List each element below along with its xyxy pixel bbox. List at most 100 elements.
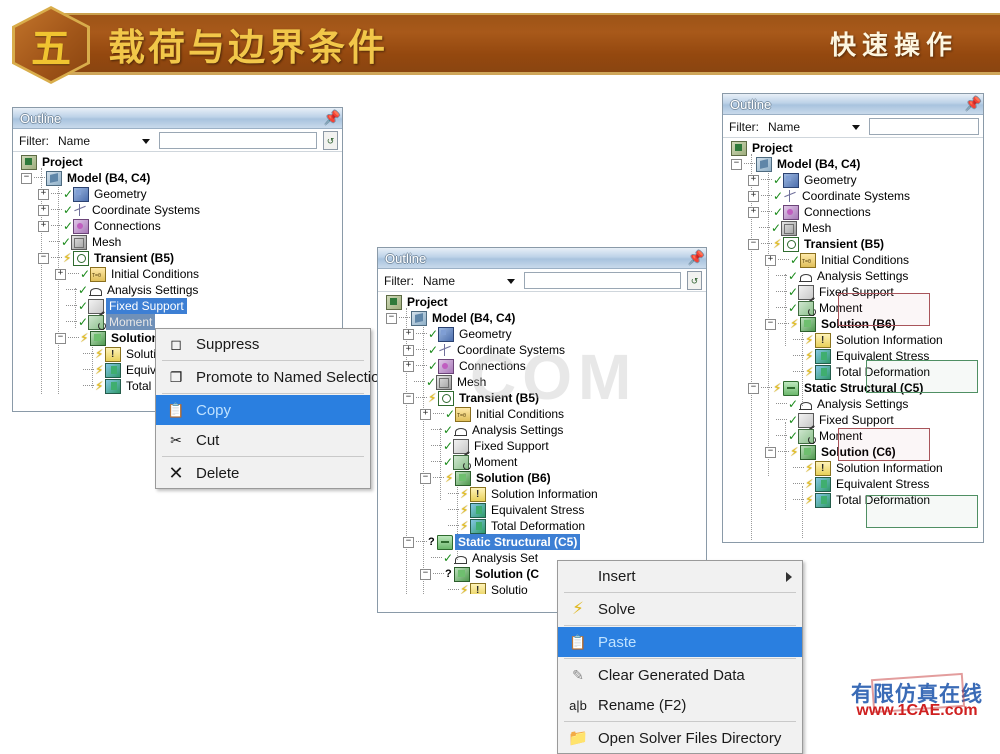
tree-item-analysis-settings[interactable]: ✓ Analysis Settings <box>378 422 706 438</box>
collapse-toggle[interactable]: − <box>403 392 414 404</box>
tree-item-static-structural[interactable]: − ? Static Structural (C5) <box>378 534 706 550</box>
tree-item-moment[interactable]: ✓ Moment <box>378 454 706 470</box>
filter-refresh-button[interactable]: ↺ <box>687 271 702 290</box>
expand-toggle[interactable]: + <box>55 268 66 280</box>
context-menu-left[interactable]: ◻ Suppress ❐ Promote to Named Selection … <box>155 328 388 489</box>
tree-item-mesh[interactable]: ✓ Mesh <box>378 374 706 390</box>
collapse-toggle[interactable]: − <box>21 172 32 184</box>
menu-item-rename[interactable]: a|b Rename (F2) <box>558 690 802 720</box>
tree-item-initial-conditions[interactable]: + ✓ Initial Conditions <box>378 406 706 424</box>
menu-item-delete[interactable]: ✕ Delete <box>156 458 370 488</box>
menu-item-paste[interactable]: 📋 Paste <box>558 627 802 657</box>
tree-item-coordinate-systems[interactable]: + ✓ Coordinate Systems <box>13 202 342 218</box>
tree-item-mesh[interactable]: ✓ Mesh <box>13 234 342 250</box>
expand-toggle[interactable]: + <box>748 190 759 202</box>
collapse-toggle[interactable]: − <box>731 158 742 170</box>
tree-item-model[interactable]: − Model (B4, C4) <box>378 310 706 326</box>
collapse-toggle[interactable]: − <box>403 536 414 548</box>
filter-select[interactable]: Name <box>418 272 520 289</box>
tree-item-coordinate-systems[interactable]: + ✓ Coordinate Systems <box>378 342 706 358</box>
tree-item-equivalent-stress[interactable]: ⚡ Equivalent Stress <box>378 502 706 518</box>
fixed-support-icon <box>798 284 814 300</box>
collapse-toggle[interactable]: − <box>386 312 397 324</box>
menu-item-copy[interactable]: 📋 Copy <box>156 395 370 425</box>
tree-item-fixed-support[interactable]: ✓ Fixed Support <box>378 438 706 454</box>
menu-item-open-solver-files-directory[interactable]: 📁 Open Solver Files Directory <box>558 723 802 753</box>
tree-item-mesh[interactable]: ✓ Mesh <box>723 220 983 236</box>
tree-item-static-structural[interactable]: − ⚡ Static Structural (C5) <box>723 380 983 396</box>
tree-item-transient[interactable]: − ⚡ Transient (B5) <box>378 390 706 406</box>
collapse-toggle[interactable]: − <box>748 238 759 250</box>
tree-item-analysis-settings-c[interactable]: ✓ Analysis Settings <box>723 396 983 412</box>
tree-item-moment[interactable]: ✓ Moment <box>723 300 983 316</box>
tree-item-solution-b6[interactable]: − ⚡ Solution (B6) <box>378 470 706 486</box>
filter-select[interactable]: Name <box>53 132 155 149</box>
expand-toggle[interactable]: + <box>403 344 414 356</box>
filter-input[interactable] <box>159 132 317 149</box>
pin-icon[interactable]: 📌 <box>965 97 981 111</box>
tree-item-total-deformation[interactable]: ⚡ Total Deformation <box>723 364 983 380</box>
collapse-toggle[interactable]: − <box>765 446 776 458</box>
tree-item-solution-b6[interactable]: − ⚡ Solution (B6) <box>723 316 983 332</box>
expand-toggle[interactable]: + <box>748 206 759 218</box>
tree-item-model[interactable]: − Model (B4, C4) <box>723 156 983 172</box>
tree-item-fixed-support[interactable]: ✓ Fixed Support <box>723 284 983 300</box>
expand-toggle[interactable]: + <box>38 220 49 232</box>
collapse-toggle[interactable]: − <box>38 252 49 264</box>
tree-item-solution-information-c[interactable]: ⚡ Solution Information <box>723 460 983 477</box>
tree-item-initial-conditions[interactable]: + ✓ Initial Conditions <box>723 252 983 270</box>
tree-item-connections[interactable]: + ✓ Connections <box>13 218 342 234</box>
context-menu-mid[interactable]: Insert ⚡ Solve 📋 Paste ✎ Clear Generated… <box>557 560 803 754</box>
collapse-toggle[interactable]: − <box>55 332 66 344</box>
filter-refresh-button[interactable]: ↺ <box>323 131 338 150</box>
tree-item-analysis-settings[interactable]: ✓ Analysis Settings <box>13 282 342 298</box>
tree-item-total-deformation-c[interactable]: ⚡ Total Deformation <box>723 492 983 508</box>
tree-item-equivalent-stress-c[interactable]: ⚡ Equivalent Stress <box>723 476 983 492</box>
tree-item-project[interactable]: Project <box>723 140 983 156</box>
expand-toggle[interactable]: + <box>403 328 414 340</box>
tree-item-project[interactable]: Project <box>13 154 342 170</box>
tree-item-transient[interactable]: − ⚡ Transient (B5) <box>13 250 342 266</box>
expand-toggle[interactable]: + <box>420 408 431 420</box>
tree-item-analysis-settings[interactable]: ✓ Analysis Settings <box>723 268 983 284</box>
tree-item-solution-information[interactable]: ⚡ Solution Information <box>723 332 983 349</box>
pin-icon[interactable]: 📌 <box>324 111 340 125</box>
tree-item-solution-c6[interactable]: − ⚡ Solution (C6) <box>723 444 983 460</box>
collapse-toggle[interactable]: − <box>420 568 431 580</box>
tree-item-solution-information[interactable]: ⚡ Solution Information <box>378 486 706 503</box>
menu-item-solve[interactable]: ⚡ Solve <box>558 594 802 624</box>
collapse-toggle[interactable]: − <box>420 472 431 484</box>
filter-input[interactable] <box>524 272 681 289</box>
tree-item-geometry[interactable]: + ✓ Geometry <box>723 172 983 188</box>
expand-toggle[interactable]: + <box>38 204 49 216</box>
tree-item-initial-conditions[interactable]: + ✓ Initial Conditions <box>13 266 342 284</box>
filter-input[interactable] <box>869 118 979 135</box>
menu-item-insert[interactable]: Insert <box>558 561 802 591</box>
filter-select[interactable]: Name <box>763 118 865 135</box>
tree-item-project[interactable]: Project <box>378 294 706 310</box>
expand-toggle[interactable]: + <box>748 174 759 186</box>
tree-item-connections[interactable]: + ✓ Connections <box>723 204 983 220</box>
tree-item-transient[interactable]: − ⚡ Transient (B5) <box>723 236 983 252</box>
tree-item-total-deformation[interactable]: ⚡ Total Deformation <box>378 518 706 534</box>
expand-toggle[interactable]: + <box>403 360 414 372</box>
tree-item-equivalent-stress[interactable]: ⚡ Equivalent Stress <box>723 348 983 364</box>
menu-item-promote-to-named-selection[interactable]: ❐ Promote to Named Selection <box>156 362 388 392</box>
tree-item-moment-c[interactable]: ✓ Moment <box>723 428 983 444</box>
tree-item-geometry[interactable]: + ✓ Geometry <box>378 326 706 342</box>
pin-icon[interactable]: 📌 <box>688 251 704 265</box>
collapse-toggle[interactable]: − <box>748 382 759 394</box>
tree-item-connections[interactable]: + ✓ Connections <box>378 358 706 374</box>
tree-label: Connections <box>804 205 871 219</box>
menu-item-clear-generated-data[interactable]: ✎ Clear Generated Data <box>558 660 802 690</box>
tree-item-coordinate-systems[interactable]: + ✓ Coordinate Systems <box>723 188 983 204</box>
expand-toggle[interactable]: + <box>38 188 49 200</box>
menu-item-suppress[interactable]: ◻ Suppress <box>156 329 370 359</box>
tree-item-fixed-support-c[interactable]: ✓ Fixed Support <box>723 412 983 428</box>
tree-item-fixed-support[interactable]: ✓ Fixed Support <box>13 298 342 314</box>
collapse-toggle[interactable]: − <box>765 318 776 330</box>
expand-toggle[interactable]: + <box>765 254 776 266</box>
tree-item-model[interactable]: − Model (B4, C4) <box>13 170 342 186</box>
menu-item-cut[interactable]: ✂ Cut <box>156 425 370 455</box>
tree-item-geometry[interactable]: + ✓ Geometry <box>13 186 342 202</box>
